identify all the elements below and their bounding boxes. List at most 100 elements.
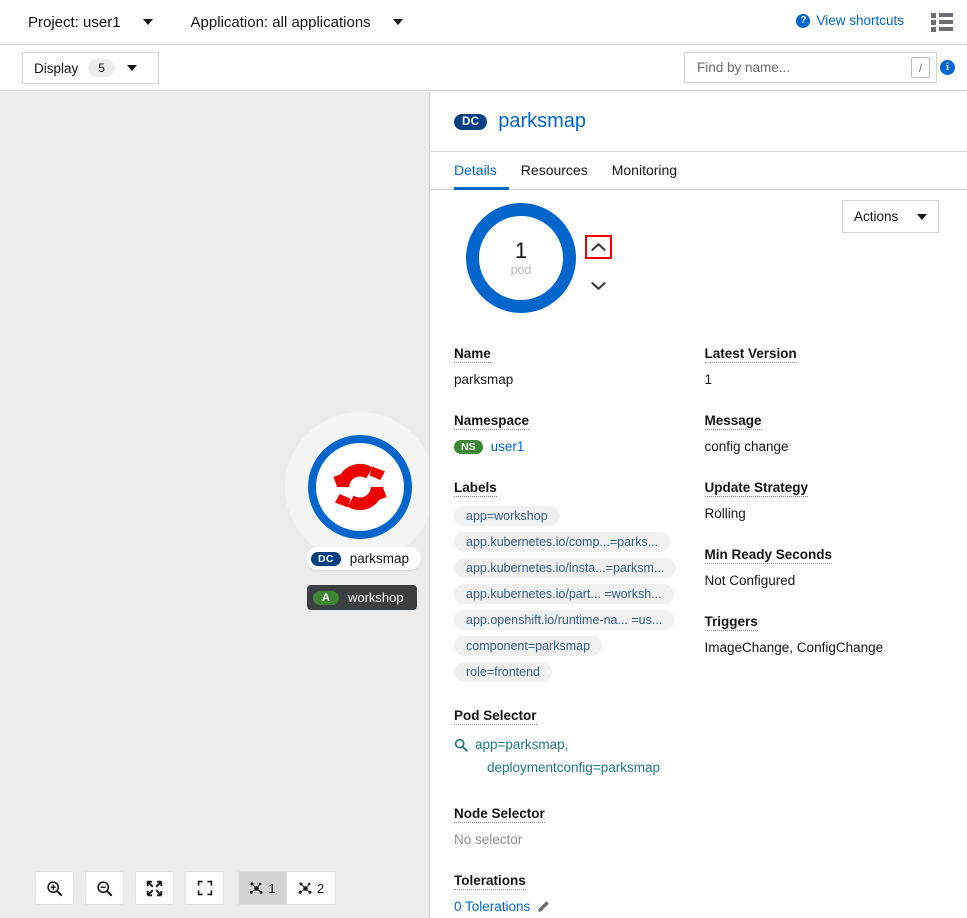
tab-details[interactable]: Details	[454, 152, 509, 190]
topology-node-parksmap[interactable]: DC parksmap A workshop	[285, 412, 429, 562]
field-tolerations-term: Tolerations	[454, 873, 526, 890]
field-name-value: parksmap	[454, 372, 693, 387]
zoom-in-button[interactable]	[35, 871, 74, 905]
field-triggers-value: ImageChange, ConfigChange	[705, 640, 944, 655]
panel-title: DC parksmap	[454, 110, 586, 133]
layout-1-label: 1	[268, 881, 275, 896]
search-icon	[454, 738, 468, 752]
tolerations-link[interactable]: 0 Tolerations	[454, 899, 530, 914]
layout-2-label: 2	[317, 881, 324, 896]
application-selector[interactable]: Application: all applications	[153, 14, 403, 31]
field-triggers: Triggers ImageChange, ConfigChange	[705, 613, 944, 655]
tab-monitoring[interactable]: Monitoring	[600, 152, 689, 190]
project-selector[interactable]: Project: user1	[0, 14, 153, 31]
field-labels-term: Labels	[454, 480, 497, 497]
openshift-logo-icon	[321, 448, 399, 526]
field-node-selector-value: No selector	[454, 832, 693, 847]
field-triggers-term: Triggers	[705, 614, 758, 631]
application-group-tooltip: A workshop	[307, 585, 417, 610]
zoom-out-icon	[96, 880, 113, 897]
topology-node-name: parksmap	[350, 551, 409, 566]
tolerations-value-row[interactable]: 0 Tolerations	[454, 899, 693, 914]
resource-kind-badge: DC	[311, 552, 341, 566]
view-shortcuts-link[interactable]: ? View shortcuts	[796, 13, 904, 28]
view-shortcuts-label: View shortcuts	[816, 13, 904, 28]
chevron-down-icon	[127, 65, 137, 71]
field-update-strategy: Update Strategy Rolling	[705, 479, 944, 521]
chevron-down-icon	[393, 19, 403, 25]
field-update-strategy-value: Rolling	[705, 506, 944, 521]
fit-to-screen-button[interactable]	[135, 871, 174, 905]
label-chip[interactable]: app.openshift.io/runtime-na... =us...	[454, 610, 674, 630]
application-selector-label: Application: all applications	[191, 14, 371, 31]
label-chip[interactable]: app.kubernetes.io/comp...=parks...	[454, 532, 670, 552]
namespace-value-row[interactable]: NS user1	[454, 439, 693, 454]
question-circle-icon: ?	[796, 14, 810, 28]
pod-donut-chart[interactable]: 1 pod	[466, 203, 576, 313]
field-latest-version-term: Latest Version	[705, 346, 797, 363]
pod-selector-line-2[interactable]: deploymentconfig=parksmap	[487, 757, 660, 780]
search-box[interactable]: /	[684, 52, 937, 83]
layout-2-button[interactable]: 2	[287, 871, 336, 905]
field-pod-selector: Pod Selector app=parksmap, deploymentcon…	[454, 707, 693, 780]
layout-1-button[interactable]: 1	[238, 871, 287, 905]
details-left-column: Name parksmap Namespace NS user1 Labels …	[454, 345, 693, 918]
field-node-selector: Node Selector No selector	[454, 805, 693, 847]
topology-toolbar: Display 5 / i	[0, 45, 967, 91]
tab-monitoring-label: Monitoring	[612, 162, 677, 178]
tab-resources-label: Resources	[521, 162, 588, 178]
field-min-ready-seconds: Min Ready Seconds Not Configured	[705, 546, 944, 588]
field-namespace-term: Namespace	[454, 413, 529, 430]
details-right-column: Latest Version 1 Message config change U…	[705, 345, 944, 918]
label-chip[interactable]: app.kubernetes.io/insta...=parksm...	[454, 558, 676, 578]
topology-layout-icon	[298, 881, 313, 896]
display-label: Display	[34, 61, 78, 76]
pod-selector-value[interactable]: app=parksmap, deploymentconfig=parksmap	[454, 734, 693, 780]
topology-layout-icon	[249, 881, 264, 896]
topology-canvas[interactable]: DC parksmap A workshop	[0, 92, 429, 918]
field-pod-selector-term: Pod Selector	[454, 708, 537, 725]
field-update-strategy-term: Update Strategy	[705, 480, 809, 497]
label-chip[interactable]: app.kubernetes.io/part... =worksh...	[454, 584, 674, 604]
chevron-up-icon	[591, 242, 606, 252]
label-chip-list: app=workshop app.kubernetes.io/comp...=p…	[454, 506, 693, 682]
pod-unit-label: pod	[511, 263, 532, 277]
field-min-ready-seconds-term: Min Ready Seconds	[705, 547, 833, 564]
label-chip[interactable]: role=frontend	[454, 662, 552, 682]
field-name-term: Name	[454, 346, 491, 363]
field-message-value: config change	[705, 439, 944, 454]
pod-count: 1	[515, 239, 527, 262]
field-namespace: Namespace NS user1	[454, 412, 693, 454]
chevron-down-icon	[143, 19, 153, 25]
field-message: Message config change	[705, 412, 944, 454]
label-chip[interactable]: component=parksmap	[454, 636, 602, 656]
tab-details-label: Details	[454, 162, 497, 178]
field-node-selector-term: Node Selector	[454, 806, 545, 823]
pod-ring-area: 1 pod	[430, 190, 967, 345]
display-dropdown[interactable]: Display 5	[22, 52, 159, 84]
side-panel: DC parksmap Actions Details Resources Mo…	[429, 92, 967, 918]
namespace-badge: NS	[454, 440, 483, 454]
chevron-down-icon	[591, 281, 606, 291]
namespace-link[interactable]: user1	[491, 439, 525, 454]
scale-up-button[interactable]	[585, 235, 612, 259]
info-icon[interactable]: i	[940, 60, 955, 75]
application-badge: A	[313, 591, 339, 605]
search-input[interactable]	[695, 59, 911, 76]
top-bar: Project: user1 Application: all applicat…	[0, 0, 967, 45]
tab-resources[interactable]: Resources	[509, 152, 600, 190]
pod-selector-line-1[interactable]: app=parksmap,	[475, 734, 660, 757]
field-labels: Labels app=workshop app.kubernetes.io/co…	[454, 479, 693, 682]
scale-down-button[interactable]	[585, 274, 612, 298]
pencil-icon[interactable]	[537, 900, 550, 913]
field-min-ready-seconds-value: Not Configured	[705, 573, 944, 588]
label-chip[interactable]: app=workshop	[454, 506, 560, 526]
details-grid: Name parksmap Namespace NS user1 Labels …	[430, 345, 967, 918]
topology-node-label[interactable]: DC parksmap	[306, 547, 421, 570]
zoom-out-button[interactable]	[85, 871, 124, 905]
list-view-icon[interactable]	[931, 12, 953, 32]
expand-button[interactable]	[185, 871, 224, 905]
panel-header: DC parksmap	[430, 92, 967, 152]
expand-icon	[197, 880, 213, 896]
page-title[interactable]: parksmap	[498, 110, 586, 133]
